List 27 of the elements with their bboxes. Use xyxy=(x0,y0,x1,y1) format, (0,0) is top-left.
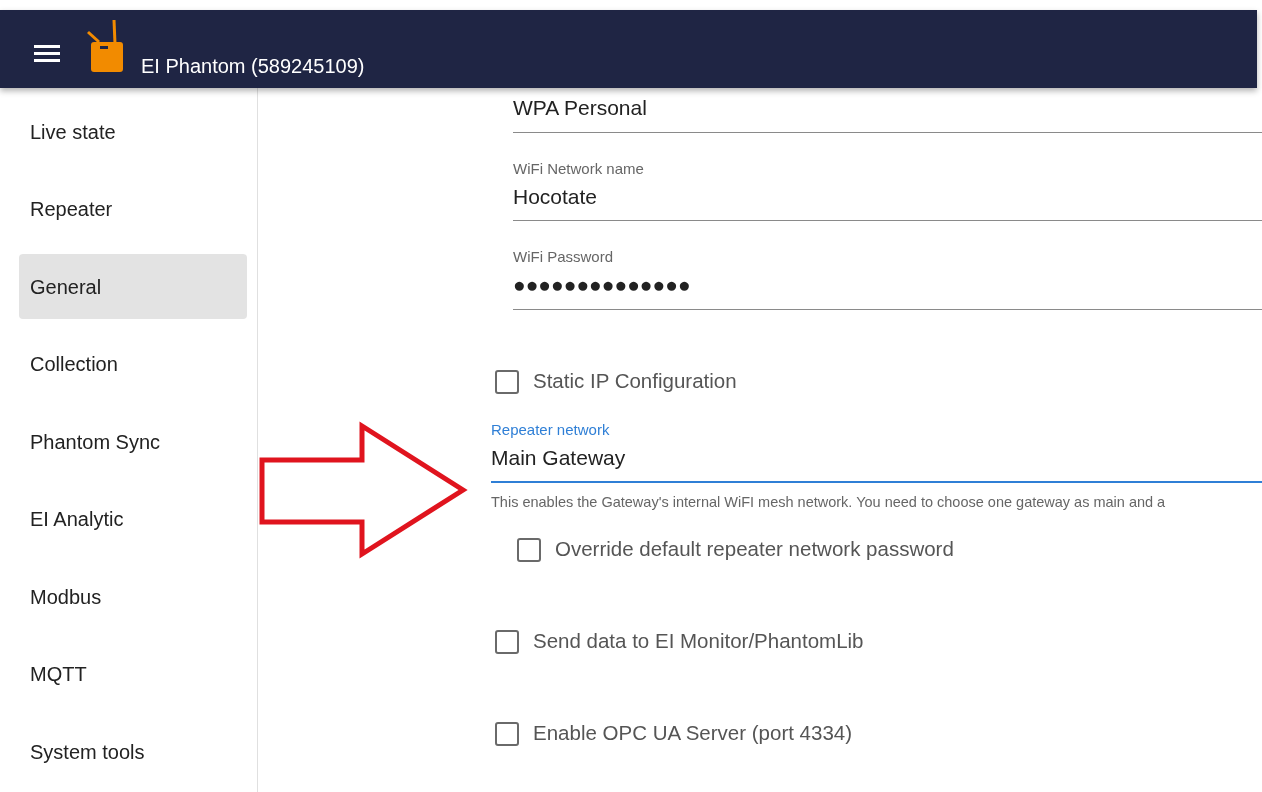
sidebar-item[interactable]: EI Analytic xyxy=(19,486,247,552)
text-field[interactable]: Hocotate xyxy=(513,178,1262,221)
checkbox[interactable] xyxy=(495,369,519,394)
text-field[interactable]: WPA Personal xyxy=(513,90,1262,133)
sidebar-item[interactable]: Repeater xyxy=(19,176,247,242)
checkbox[interactable] xyxy=(495,629,519,654)
checkbox-label: Enable OPC UA Server (port 4334) xyxy=(533,720,853,747)
field-label: WiFi Network name xyxy=(513,158,645,179)
sidebar-item[interactable]: Live state xyxy=(19,99,247,164)
checkbox[interactable] xyxy=(495,721,519,746)
sidebar-item[interactable]: MQTT xyxy=(19,641,247,707)
checkbox-label: Send data to EI Monitor/PhantomLib xyxy=(533,628,864,655)
text-field[interactable]: ●●●●●●●●●●●●●● xyxy=(513,267,1262,310)
checkbox-label: Static IP Configuration xyxy=(533,368,737,395)
field-label: Repeater network xyxy=(491,419,611,440)
checkbox-label: Override default repeater network password xyxy=(555,536,954,563)
helper-text: This enables the Gateway's internal WiFI mesh network. You need to choose one gateway as main and a xyxy=(491,493,1167,512)
text-field[interactable]: Main Gateway xyxy=(491,439,1262,483)
router-icon xyxy=(85,18,125,74)
sidebar-item[interactable]: Collection xyxy=(19,331,247,397)
sidebar-item[interactable]: Modbus xyxy=(19,564,247,629)
app-title: EI Phantom (589245109) xyxy=(141,54,365,78)
sidebar-item[interactable]: System tools xyxy=(19,719,247,784)
sidebar-item[interactable]: Phantom Sync xyxy=(19,409,247,474)
checkbox[interactable] xyxy=(517,537,541,562)
field-label: WiFi Password xyxy=(513,247,614,267)
sidebar-item[interactable]: General xyxy=(19,254,247,319)
